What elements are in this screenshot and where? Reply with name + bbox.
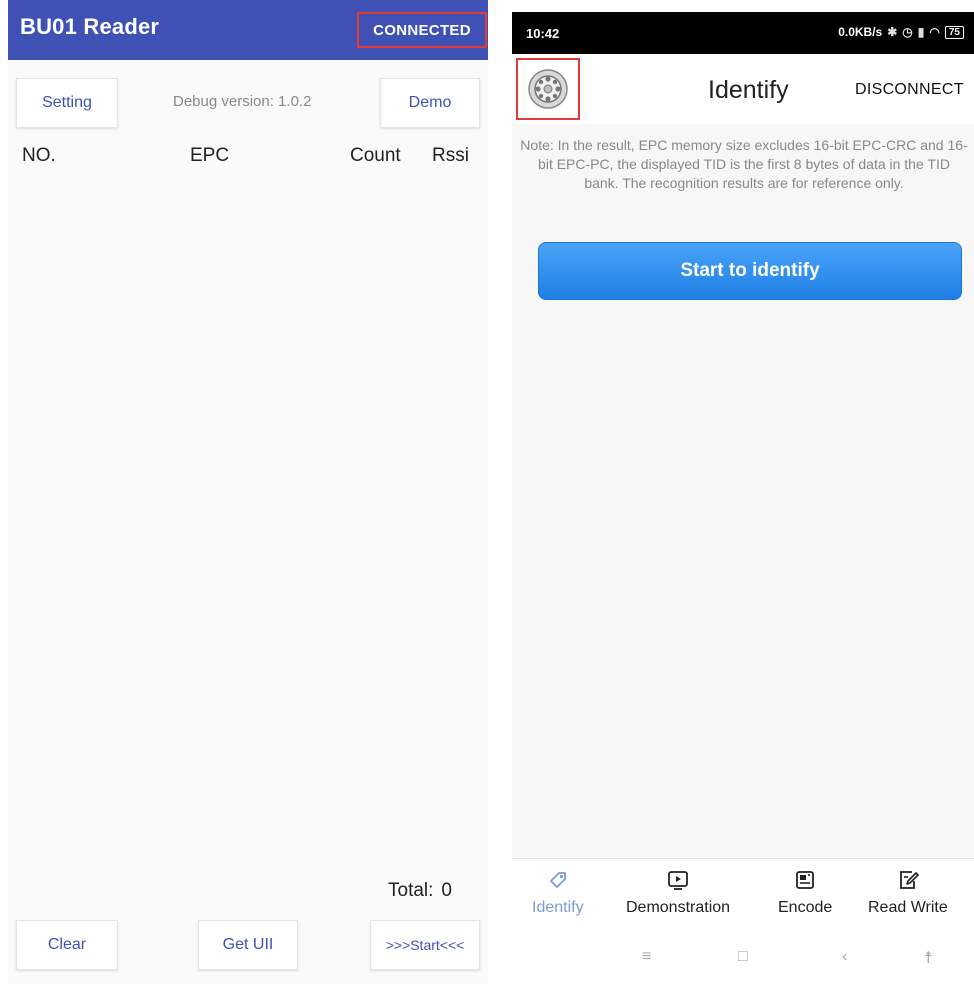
- alarm-icon: ◷: [902, 25, 913, 39]
- note-text: Note: In the result, EPC memory size exc…: [520, 137, 968, 191]
- system-navigation-bar: ≡ □ ‹ ☨: [512, 934, 974, 984]
- setting-button[interactable]: Setting: [16, 78, 118, 128]
- nav-item-read-write[interactable]: Read Write: [868, 869, 948, 917]
- clear-button[interactable]: Clear: [16, 920, 118, 970]
- page-title: Identify: [708, 76, 789, 104]
- status-bar: 10:42 0.0KB/s ✱ ◷ ▮ ◠ 75: [512, 12, 974, 54]
- start-button[interactable]: >>>Start<<<: [370, 920, 480, 970]
- app-title: BU01 Reader: [20, 14, 160, 39]
- app-bar: BU01 Reader CONNECTED: [8, 0, 488, 60]
- settings-button[interactable]: [516, 58, 580, 120]
- gear-icon: [528, 69, 568, 109]
- wifi-icon: ◠: [929, 25, 940, 39]
- bottom-navigation: Identify Demonstration Encode Read Write: [512, 858, 974, 934]
- total-count: Total: 0: [388, 880, 460, 902]
- connection-status-button[interactable]: CONNECTED: [357, 12, 487, 48]
- identify-screen: 10:42 0.0KB/s ✱ ◷ ▮ ◠ 75 Identify DISCON…: [512, 12, 974, 984]
- nav-item-encode[interactable]: Encode: [778, 869, 832, 917]
- encode-icon: [796, 871, 815, 889]
- column-header-epc: EPC: [190, 145, 230, 166]
- get-uii-button[interactable]: Get UII: [198, 920, 298, 970]
- column-header-rssi: Rssi: [432, 145, 469, 166]
- menu-icon[interactable]: ≡: [642, 948, 651, 966]
- debug-version-label: Debug version: 1.0.2: [173, 93, 312, 110]
- bluetooth-icon: ✱: [887, 25, 898, 39]
- column-header-count: Count: [350, 145, 401, 166]
- nav-label-read-write: Read Write: [868, 899, 948, 916]
- column-header-no: NO.: [22, 145, 56, 166]
- bu01-reader-screen: BU01 Reader CONNECTED Setting Debug vers…: [8, 0, 488, 984]
- accessibility-icon[interactable]: ☨: [924, 948, 933, 968]
- disconnect-button[interactable]: DISCONNECT: [855, 81, 964, 99]
- toolbar: Identify DISCONNECT: [512, 54, 974, 124]
- status-indicators: 0.0KB/s ✱ ◷ ▮ ◠ 75: [838, 25, 964, 39]
- status-time: 10:42: [526, 26, 560, 41]
- nav-label-identify: Identify: [532, 899, 584, 916]
- signal-icon: ▮: [917, 25, 925, 39]
- start-identify-button[interactable]: Start to identify: [538, 242, 962, 300]
- demo-button[interactable]: Demo: [380, 78, 480, 128]
- nav-label-demonstration: Demonstration: [626, 899, 731, 916]
- home-icon[interactable]: □: [738, 948, 748, 966]
- network-speed: 0.0KB/s: [838, 25, 883, 39]
- total-value: 0: [441, 880, 452, 901]
- nav-label-encode: Encode: [778, 899, 833, 916]
- back-icon[interactable]: ‹: [842, 948, 847, 966]
- nav-item-demonstration[interactable]: Demonstration: [626, 869, 730, 917]
- edit-icon: [899, 871, 919, 889]
- nav-item-identify[interactable]: Identify: [532, 869, 584, 917]
- play-icon: [668, 871, 688, 890]
- battery-icon: 75: [944, 25, 964, 39]
- tag-icon: [549, 872, 566, 888]
- total-label: Total:: [388, 880, 434, 901]
